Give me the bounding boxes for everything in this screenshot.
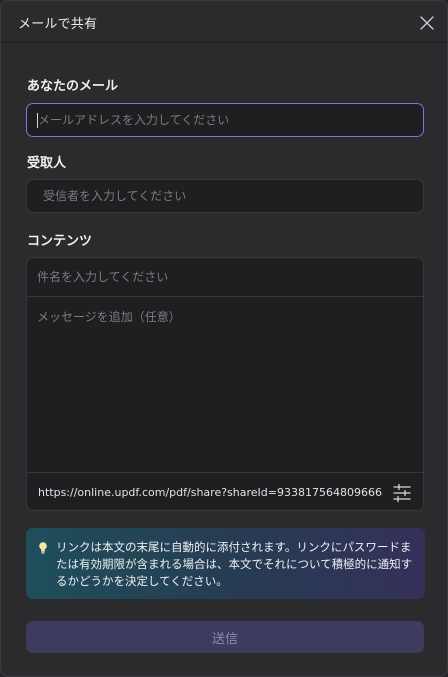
sender-email-field-wrapper bbox=[26, 103, 424, 137]
message-textarea[interactable] bbox=[27, 297, 423, 472]
lightbulb-icon bbox=[39, 542, 47, 554]
share-by-email-dialog: メールで共有 あなたのメール 受取人 コンテンツ https://online.… bbox=[0, 0, 448, 677]
sender-email-input[interactable] bbox=[27, 104, 423, 136]
text-caret bbox=[37, 113, 38, 128]
subject-field-wrapper bbox=[27, 258, 423, 297]
recipient-field-wrapper bbox=[26, 179, 424, 213]
close-icon bbox=[420, 16, 434, 30]
sender-email-label: あなたのメール bbox=[27, 79, 119, 94]
share-link-row: https://online.updf.com/pdf/share?shareI… bbox=[27, 472, 423, 510]
send-button[interactable]: 送信 bbox=[26, 621, 424, 653]
content-label: コンテンツ bbox=[27, 234, 93, 249]
message-field-wrapper bbox=[27, 297, 423, 472]
dialog-title: メールで共有 bbox=[18, 17, 98, 32]
sliders-icon bbox=[393, 483, 411, 503]
recipient-label: 受取人 bbox=[27, 156, 67, 171]
subject-input[interactable] bbox=[27, 258, 423, 296]
close-button[interactable] bbox=[415, 11, 439, 35]
content-box: https://online.updf.com/pdf/share?shareI… bbox=[26, 257, 424, 511]
share-link-text: https://online.updf.com/pdf/share?shareI… bbox=[38, 486, 383, 499]
recipient-input[interactable] bbox=[27, 180, 423, 212]
dialog-titlebar: メールで共有 bbox=[1, 1, 447, 43]
link-settings-button[interactable] bbox=[391, 482, 413, 504]
link-notice-text: リンクは本文の末尾に自動的に添付されます。リンクにパスワードまたは有効期限が含ま… bbox=[56, 540, 413, 588]
link-notice-box: リンクは本文の末尾に自動的に添付されます。リンクにパスワードまたは有効期限が含ま… bbox=[26, 528, 425, 599]
